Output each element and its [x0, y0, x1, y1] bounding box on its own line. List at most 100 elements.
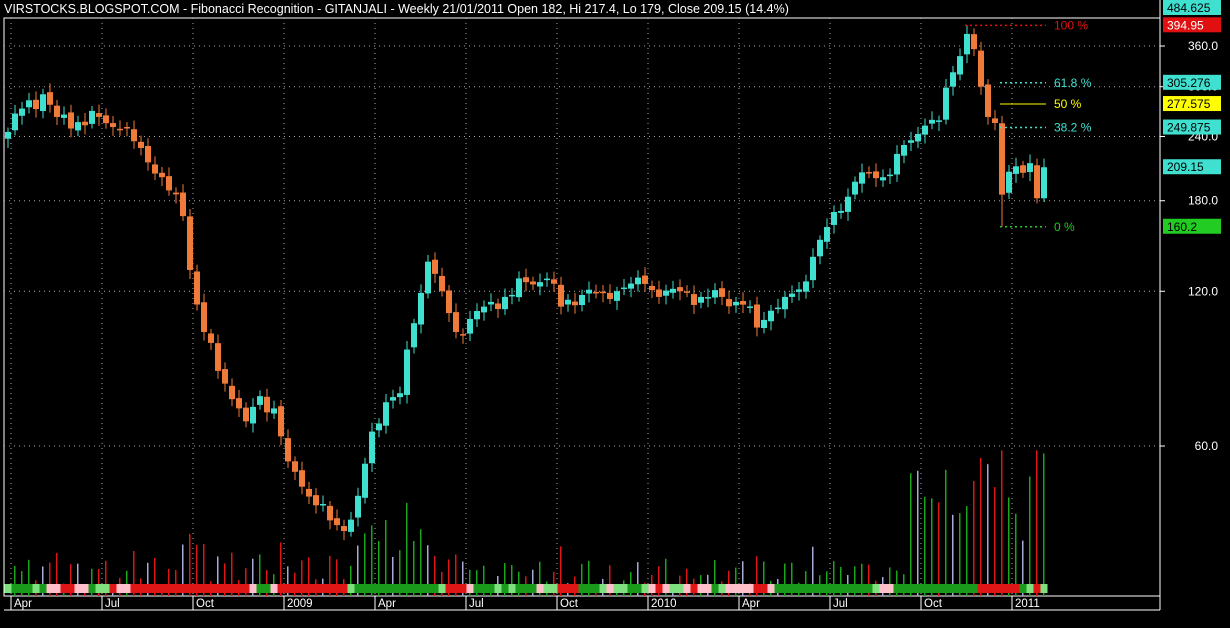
candle-body	[47, 92, 53, 105]
candle-body	[26, 100, 32, 108]
candle-body	[558, 284, 564, 307]
top-price-tag: 484.625	[1163, 0, 1221, 15]
candle-body	[117, 128, 123, 131]
candle-body	[446, 290, 452, 314]
trend-strip-cell	[732, 584, 740, 593]
trend-strip-cell	[802, 584, 810, 593]
time-tick-label: Jul	[105, 598, 120, 610]
fib-price-tag-text: 394.95	[1167, 18, 1204, 32]
trend-strip-cell	[718, 584, 726, 593]
candle-body	[859, 172, 865, 184]
time-tick-label: Apr	[14, 598, 32, 610]
candle-body	[75, 122, 81, 131]
candle-body	[229, 385, 235, 400]
candle-body	[187, 216, 193, 270]
trend-strip-cell	[585, 584, 593, 593]
candle-body	[334, 518, 340, 526]
candle-body	[684, 291, 690, 293]
candle-body	[460, 334, 466, 336]
trend-strip-cell	[844, 584, 852, 593]
candle-body	[810, 256, 816, 281]
candle-body	[355, 495, 361, 518]
candle-body	[691, 294, 697, 305]
trend-strip-cell	[39, 584, 47, 593]
trend-strip-cell	[466, 584, 474, 593]
candle-body	[565, 299, 571, 305]
fib-level-label: 50 %	[1054, 97, 1082, 111]
candle-body	[306, 488, 312, 497]
candle-body	[544, 278, 550, 281]
trend-strip-cell	[592, 584, 600, 593]
candle-body	[943, 87, 949, 120]
trend-strip-cell	[172, 584, 180, 593]
trend-strip-cell	[991, 584, 999, 593]
trend-strip-cell	[788, 584, 796, 593]
trend-strip-cell	[886, 584, 894, 593]
candle-body	[68, 112, 74, 129]
volume-bar	[924, 496, 926, 596]
volume-bar	[945, 469, 947, 596]
trend-strip-cell	[368, 584, 376, 593]
trend-strip-cell	[165, 584, 173, 593]
trend-strip-cell	[823, 584, 831, 593]
candle-body	[19, 108, 25, 116]
fib-price-tag-text: 249.875	[1167, 121, 1211, 135]
volume-bar	[1008, 497, 1010, 596]
trend-strip-cell	[263, 584, 271, 593]
candle-body	[5, 131, 11, 139]
trend-strip	[4, 584, 1048, 593]
candle-body	[40, 94, 46, 112]
candle-body	[474, 310, 480, 320]
candle-body	[768, 310, 774, 322]
candle-body	[257, 396, 263, 405]
trend-strip-cell	[312, 584, 320, 593]
candle-body	[936, 120, 942, 122]
candle-body	[61, 114, 67, 118]
candle-body	[852, 181, 858, 195]
candle-body	[663, 290, 669, 296]
candle-body	[551, 279, 557, 284]
trend-strip-cell	[921, 584, 929, 593]
trend-strip-cell	[473, 584, 481, 593]
trend-strip-cell	[116, 584, 124, 593]
trend-strip-cell	[571, 584, 579, 593]
candle-body	[110, 123, 116, 128]
volume-bar	[406, 502, 408, 596]
candle-body	[467, 318, 473, 334]
candle-body	[404, 349, 410, 395]
trend-strip-cell	[487, 584, 495, 593]
candle-body	[96, 113, 102, 117]
fib-price-tag: 249.875	[1163, 119, 1221, 135]
trend-strip-cell	[53, 584, 61, 593]
candle-body	[656, 289, 662, 297]
trend-strip-cell	[767, 584, 775, 593]
trend-strip-cell	[774, 584, 782, 593]
candle-body	[194, 271, 200, 305]
candle-body	[369, 431, 375, 464]
candle-body	[964, 33, 970, 55]
candle-body	[726, 299, 732, 307]
trend-strip-cell	[445, 584, 453, 593]
trend-strip-cell	[46, 584, 54, 593]
candle-body	[530, 281, 536, 285]
trend-strip-cell	[74, 584, 82, 593]
candle-body	[887, 174, 893, 177]
trend-strip-cell	[249, 584, 257, 593]
trend-strip-cell	[403, 584, 411, 593]
candle-body	[208, 333, 214, 343]
candle-body	[957, 56, 963, 75]
trend-strip-cell	[25, 584, 33, 593]
trend-strip-cell	[396, 584, 404, 593]
candle-body	[481, 306, 487, 313]
trend-strip-cell	[32, 584, 40, 593]
candle-body	[831, 211, 837, 225]
trend-strip-cell	[627, 584, 635, 593]
trend-strip-cell	[564, 584, 572, 593]
trend-strip-cell	[879, 584, 887, 593]
candle-body	[243, 407, 249, 422]
trend-strip-cell	[375, 584, 383, 593]
trend-strip-cell	[494, 584, 502, 593]
time-tick-label: Jul	[469, 598, 484, 610]
trend-strip-cell	[389, 584, 397, 593]
trend-strip-cell	[655, 584, 663, 593]
